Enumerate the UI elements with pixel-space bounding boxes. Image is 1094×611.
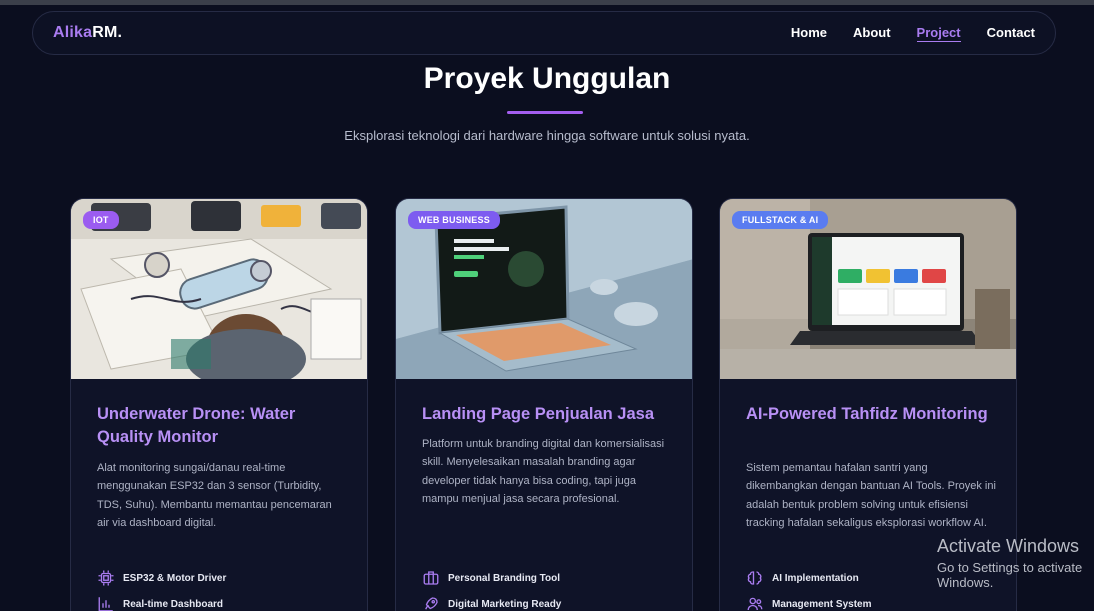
- windows-activation-watermark: Activate Windows Go to Settings to activ…: [937, 536, 1094, 590]
- card-description: Sistem pemantau hafalan santri yang dike…: [746, 462, 996, 530]
- card-title: AI-Powered Tahfidz Monitoring: [746, 405, 988, 423]
- briefcase-icon: [423, 571, 439, 585]
- chip-icon: [98, 570, 114, 586]
- nav-link-about[interactable]: About: [853, 25, 891, 42]
- brand-first: Alika: [53, 24, 93, 41]
- nav-link-home[interactable]: Home: [791, 25, 827, 42]
- feature-item: AI Implementation: [746, 569, 859, 587]
- navbar: AlikaRM. Home About Project Contact: [32, 11, 1056, 55]
- feature-item: Personal Branding Tool: [422, 569, 560, 587]
- title-underline: [507, 111, 583, 114]
- feature-item: Digital Marketing Ready: [422, 595, 561, 611]
- card-title: Landing Page Penjualan Jasa: [422, 405, 654, 423]
- nav-link-project[interactable]: Project: [916, 25, 961, 42]
- rocket-icon: [425, 597, 438, 610]
- category-badge: FULLSTACK & AI: [732, 211, 829, 229]
- bar-chart-icon: [98, 597, 113, 611]
- nav-menu: Home About Project Contact: [791, 25, 1035, 42]
- project-card-web[interactable]: WEB BUSINESS Landing Page Penjualan Jasa…: [395, 198, 693, 611]
- project-image-laptop: WEB BUSINESS: [396, 199, 692, 379]
- nav-link-contact[interactable]: Contact: [987, 25, 1035, 42]
- watermark-line-2: Go to Settings to activate Windows.: [937, 560, 1083, 590]
- feature-label: Digital Marketing Ready: [448, 598, 562, 610]
- feature-label: AI Implementation: [772, 572, 859, 584]
- feature-item: Real-time Dashboard: [97, 595, 223, 611]
- feature-label: ESP32 & Motor Driver: [123, 572, 227, 584]
- browser-top-edge: [0, 0, 1094, 5]
- card-description: Alat monitoring sungai/danau real-time m…: [97, 462, 332, 530]
- project-card-iot[interactable]: IOT Underwater Drone: Water Quality Moni…: [70, 198, 368, 611]
- card-description: Platform untuk branding digital dan kome…: [422, 438, 665, 506]
- feature-item: Management System: [746, 595, 871, 611]
- feature-label: Management System: [772, 598, 872, 610]
- brain-icon: [747, 571, 762, 585]
- category-badge: IOT: [83, 211, 119, 229]
- brand-second: RM.: [92, 24, 123, 41]
- card-title: Underwater Drone: Water Quality Monitor: [97, 405, 296, 446]
- feature-label: Personal Branding Tool: [448, 572, 561, 584]
- feature-item: ESP32 & Motor Driver: [97, 569, 226, 587]
- section-subtitle: Eksplorasi teknologi dari hardware hingg…: [344, 128, 750, 143]
- brand-logo[interactable]: AlikaRM.: [53, 24, 122, 42]
- project-image-drone: IOT: [71, 199, 367, 379]
- watermark-line-1: Activate Windows: [937, 536, 1080, 556]
- section-title: Proyek Unggulan: [423, 62, 671, 95]
- category-badge: WEB BUSINESS: [408, 211, 500, 229]
- users-icon: [747, 597, 763, 611]
- feature-label: Real-time Dashboard: [123, 598, 224, 610]
- project-image-dashboard: FULLSTACK & AI: [720, 199, 1016, 379]
